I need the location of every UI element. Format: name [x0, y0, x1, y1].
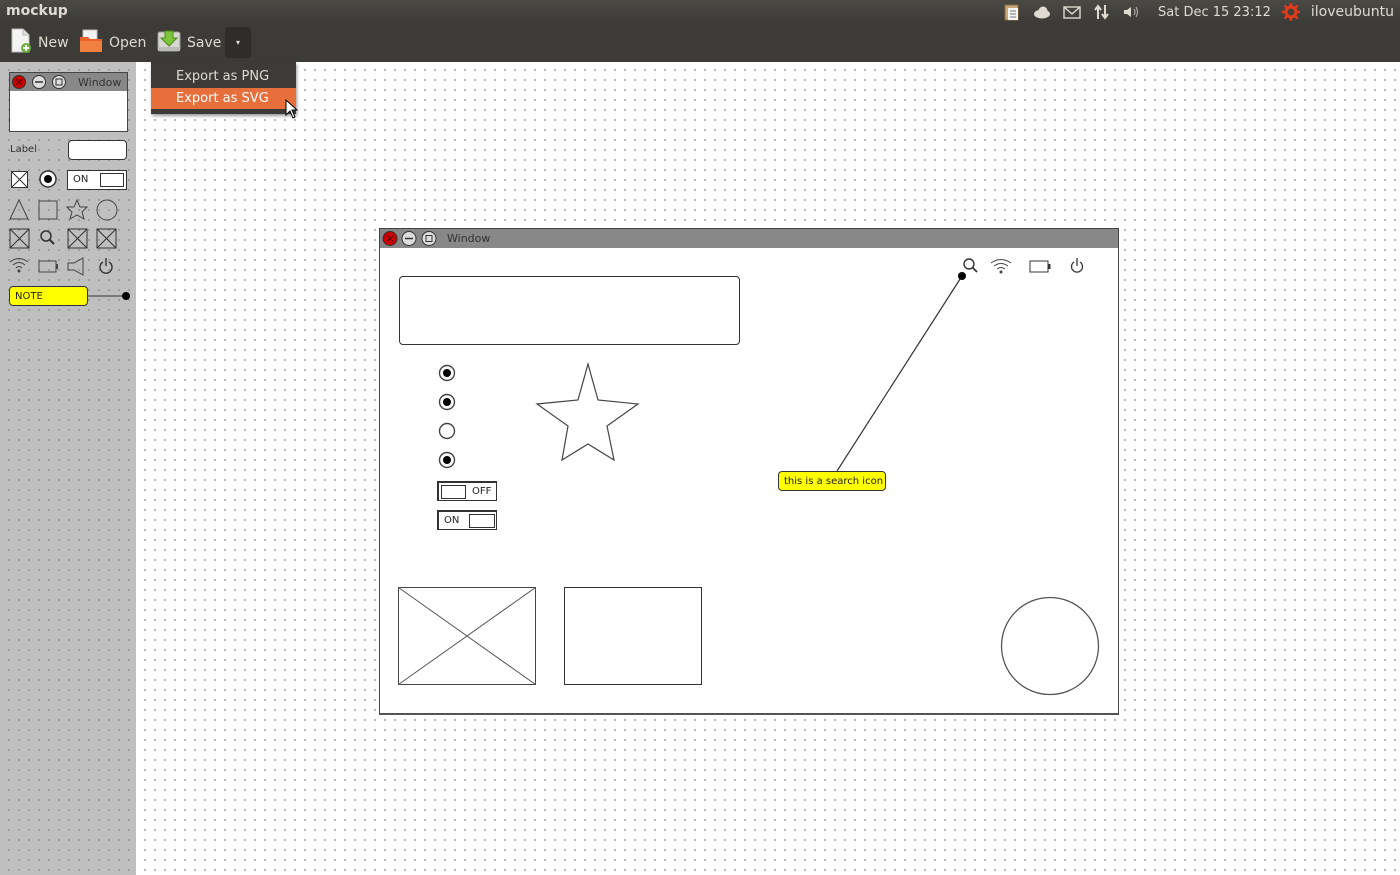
image-placeholder-icon[interactable] [67, 228, 88, 249]
toggle-on-label: ON [444, 515, 460, 526]
palette-connector[interactable] [88, 290, 133, 302]
radio-button[interactable] [437, 421, 457, 441]
save-button[interactable]: Save [157, 28, 221, 58]
window-controls-icon [382, 231, 437, 246]
radio-button[interactable] [437, 392, 457, 412]
palette-toggle[interactable]: ON [67, 170, 127, 190]
toggle-on[interactable]: ON [437, 510, 497, 530]
annotation-note-text: this is a search icon [784, 476, 884, 487]
palette-shapes-row [9, 198, 118, 221]
export-svg-item[interactable]: Export as SVG [151, 88, 296, 109]
open-folder-icon [79, 29, 103, 57]
palette-checkbox[interactable] [10, 170, 30, 190]
mockup-window-titlebar[interactable]: Window [380, 229, 1118, 248]
power-icon[interactable] [99, 258, 113, 274]
battery-icon[interactable] [1029, 260, 1051, 273]
export-png-item[interactable]: Export as PNG [151, 66, 296, 87]
new-label: New [38, 35, 69, 51]
toolbar: New Open Save ▾ [0, 24, 1400, 62]
wifi-icon[interactable] [990, 259, 1012, 274]
open-button[interactable]: Open [79, 28, 146, 58]
palette-toggle-label: ON [73, 174, 89, 185]
mouse-cursor-icon [285, 99, 299, 119]
palette-label[interactable]: Label [10, 144, 37, 155]
volume-icon[interactable] [1122, 2, 1142, 22]
palette-note-label: NOTE [15, 291, 43, 302]
search-icon[interactable] [40, 230, 55, 245]
image-placeholder-icon[interactable] [9, 228, 30, 249]
window-controls-icon [12, 75, 66, 89]
rectangle-shape[interactable] [564, 587, 702, 685]
save-disk-icon [157, 29, 181, 57]
image-placeholder-icon[interactable] [96, 228, 117, 249]
text-area[interactable] [399, 276, 740, 345]
star-shape[interactable] [535, 362, 641, 464]
app-title: mockup [6, 3, 68, 19]
circle-shape[interactable] [1000, 596, 1100, 696]
network-icon[interactable] [1092, 2, 1112, 22]
radio-button[interactable] [437, 450, 457, 470]
annotation-note[interactable]: this is a search icon [778, 471, 886, 491]
new-file-icon [10, 28, 32, 58]
power-icon[interactable] [1070, 258, 1084, 273]
star-icon[interactable] [65, 198, 89, 221]
palette-radio[interactable] [38, 169, 58, 189]
save-label: Save [187, 35, 222, 51]
header-icons [963, 258, 1084, 274]
mockup-window-title: Window [447, 232, 491, 245]
radio-button[interactable] [437, 363, 457, 383]
top-panel: mockup Sat Dec 15 23:12 iloveubuntu [0, 0, 1400, 24]
toggle-off-label: OFF [472, 486, 492, 497]
save-options-dropdown[interactable]: ▾ [225, 27, 251, 58]
clipboard-icon[interactable] [1002, 2, 1022, 22]
cloud-icon[interactable] [1032, 2, 1052, 22]
chevron-down-icon: ▾ [235, 38, 240, 47]
session-gear-icon[interactable] [1281, 2, 1301, 22]
username[interactable]: iloveubuntu [1311, 4, 1394, 20]
mockup-window[interactable]: Window OFF ON this is a search icon [379, 228, 1119, 715]
new-button[interactable]: New [10, 28, 69, 58]
clock[interactable]: Sat Dec 15 23:12 [1158, 5, 1271, 20]
wifi-icon[interactable] [9, 258, 29, 273]
battery-icon[interactable] [38, 260, 58, 273]
widget-palette: Window Label ON NOTE [0, 62, 136, 875]
circle-icon[interactable] [96, 199, 118, 221]
rectangle-icon[interactable] [38, 200, 58, 220]
open-label: Open [109, 35, 147, 51]
palette-window-title: Window [78, 76, 122, 89]
note-connector[interactable] [830, 269, 970, 479]
indicator-area: Sat Dec 15 23:12 iloveubuntu [1002, 2, 1394, 22]
mail-icon[interactable] [1062, 2, 1082, 22]
speaker-icon[interactable] [67, 257, 84, 276]
toggle-off[interactable]: OFF [437, 481, 497, 501]
triangle-icon[interactable] [9, 198, 29, 220]
palette-text-field[interactable] [68, 140, 127, 160]
palette-status-row [9, 257, 113, 276]
palette-window[interactable]: Window [9, 72, 128, 132]
export-menu: Export as PNG Export as SVG [151, 62, 296, 114]
image-placeholder[interactable] [398, 587, 537, 687]
palette-images-row [9, 228, 117, 249]
palette-note[interactable]: NOTE [9, 286, 88, 306]
